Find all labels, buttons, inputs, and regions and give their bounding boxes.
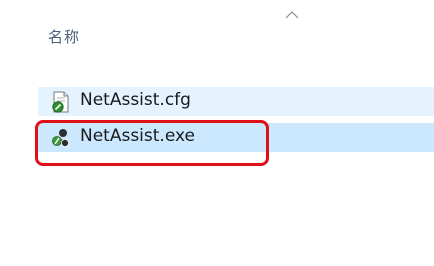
config-file-icon (52, 91, 69, 113)
executable-app-icon (52, 129, 69, 147)
file-row-netassist-exe[interactable]: NetAssist.exe (38, 123, 434, 152)
file-name-label: NetAssist.cfg (80, 90, 191, 110)
column-name-header[interactable]: 名称 (48, 26, 80, 47)
file-row-netassist-cfg[interactable]: NetAssist.cfg (38, 87, 434, 116)
chevron-up-icon[interactable] (283, 9, 301, 21)
column-header: 名称 (0, 0, 434, 72)
file-name-label: NetAssist.exe (80, 126, 195, 146)
